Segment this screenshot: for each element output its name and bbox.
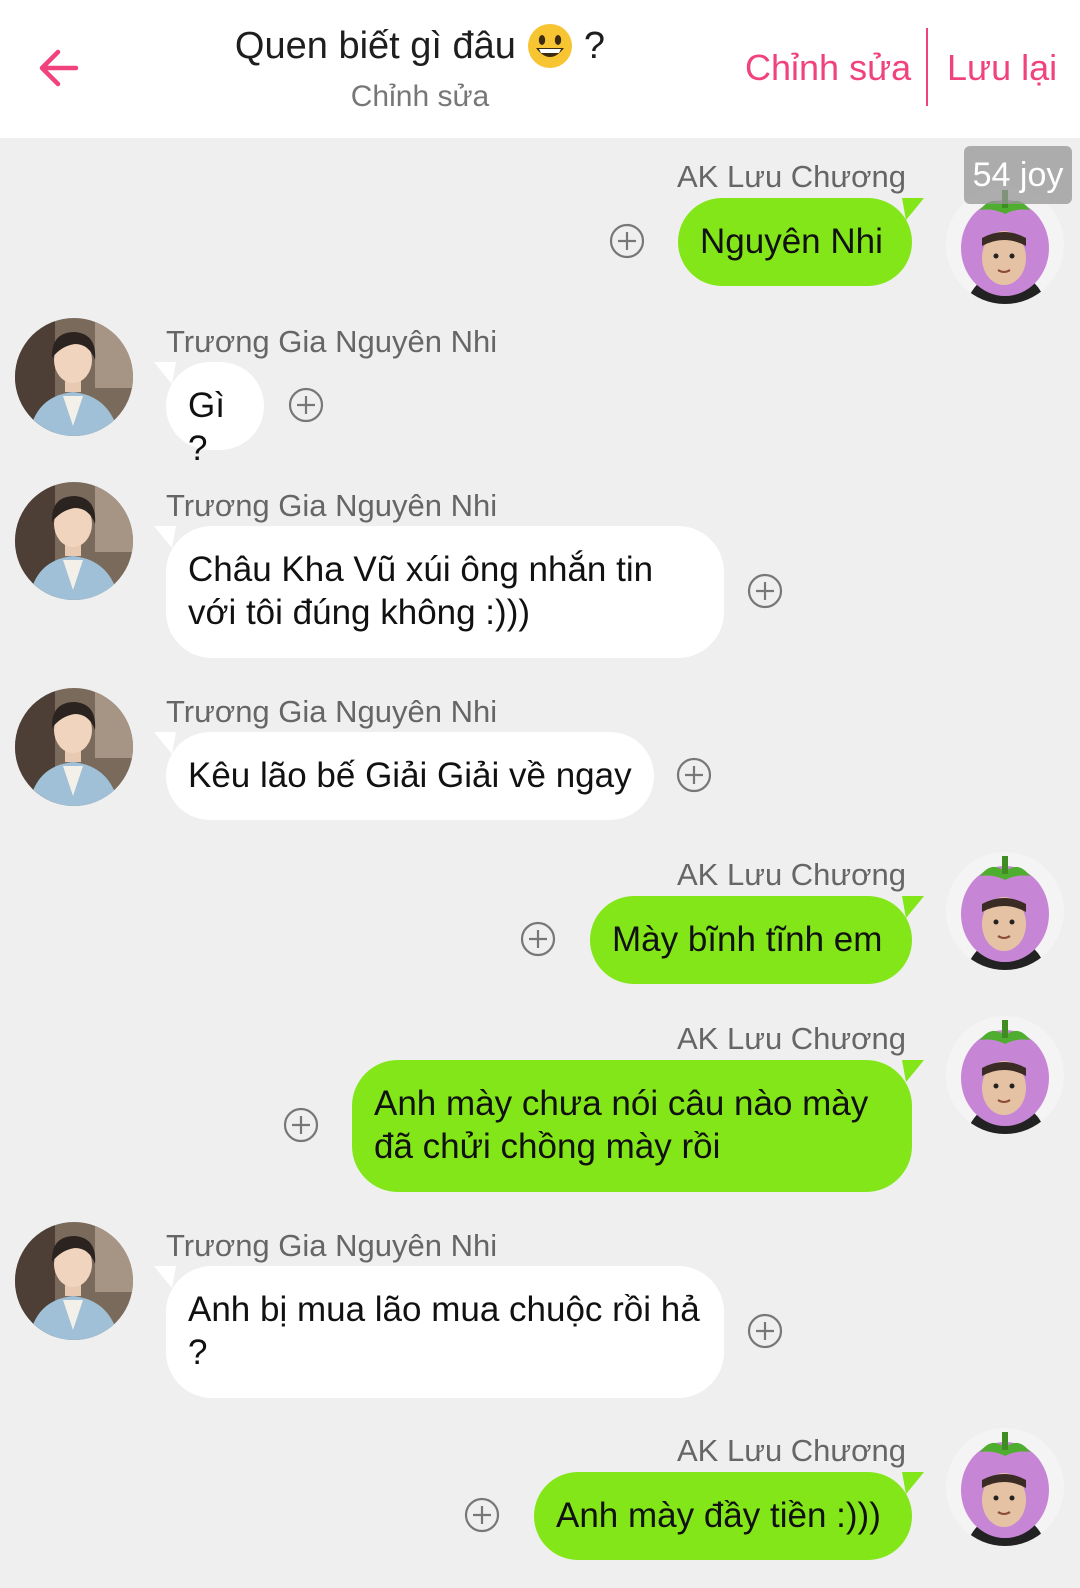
message-text: Anh bị mua lão mua chuộc rồi hả ? (188, 1290, 700, 1372)
add-reaction-icon[interactable] (463, 1496, 501, 1534)
message-text: Gì ? (188, 386, 225, 468)
header-divider (926, 28, 928, 106)
add-reaction-icon[interactable] (287, 386, 325, 424)
sender-name: Trương Gia Nguyên Nhi (166, 324, 498, 359)
avatar[interactable] (15, 688, 133, 806)
eggplant-hat-avatar-icon (946, 1428, 1064, 1546)
avatar[interactable] (946, 1428, 1064, 1546)
message-bubble[interactable]: Kêu lão bế Giải Giải về ngay (154, 732, 654, 820)
bubble-tail (154, 526, 176, 548)
message-text: Nguyên Nhi (700, 222, 883, 261)
eggplant-hat-avatar-icon (946, 852, 1064, 970)
avatar[interactable] (946, 852, 1064, 970)
boy-portrait-avatar-icon (15, 318, 133, 436)
message-bubble[interactable]: Nguyên Nhi (678, 198, 924, 286)
bubble-tail (902, 1060, 924, 1082)
bubble-tail (902, 198, 924, 220)
bubble-tail (902, 1472, 924, 1494)
eggplant-hat-avatar-icon (946, 1016, 1064, 1134)
sender-name: AK Lưu Chương (676, 1433, 906, 1468)
title-suffix: ? (583, 25, 606, 67)
add-reaction-icon[interactable] (608, 222, 646, 260)
message-text: Kêu lão bế Giải Giải về ngay (188, 756, 632, 795)
boy-portrait-avatar-icon (15, 1222, 133, 1340)
sender-name: AK Lưu Chương (676, 857, 906, 892)
message-text: Châu Kha Vũ xúi ông nhắn tin với tôi đún… (188, 550, 654, 632)
sender-name: AK Lưu Chương (676, 1021, 906, 1056)
avatar[interactable] (946, 1016, 1064, 1134)
message-bubble[interactable]: Châu Kha Vũ xúi ông nhắn tin với tôi đún… (154, 526, 724, 658)
save-button[interactable]: Lưu lại (947, 44, 1057, 92)
sender-name: Trương Gia Nguyên Nhi (166, 1228, 498, 1263)
page-subtitle: Chỉnh sửa (350, 80, 490, 113)
bubble-tail (154, 1266, 176, 1288)
message-text: Anh mày đầy tiền :))) (556, 1496, 881, 1535)
avatar[interactable] (15, 1222, 133, 1340)
add-reaction-icon[interactable] (282, 1106, 320, 1144)
avatar[interactable] (15, 318, 133, 436)
title-area: Quen biết gì đâu ? Chỉnh sửa (170, 18, 670, 114)
message-text: Mày bĩnh tĩnh em (612, 920, 883, 959)
sender-name: AK Lưu Chương (676, 159, 906, 194)
add-reaction-icon[interactable] (746, 572, 784, 610)
add-reaction-icon[interactable] (675, 756, 713, 794)
bubble-tail (154, 732, 176, 754)
message-bubble[interactable]: Anh mày chưa nói câu nào mày đã chửi chồ… (352, 1060, 924, 1192)
bubble-tail (154, 362, 176, 384)
title-text: Quen biết gì đâu (234, 25, 516, 67)
joy-counter-badge: 54 joy (964, 146, 1072, 204)
message-bubble[interactable]: Gì ? (154, 362, 264, 468)
message-bubble[interactable]: Mày bĩnh tĩnh em (590, 896, 924, 984)
boy-portrait-avatar-icon (15, 688, 133, 806)
sender-name: Trương Gia Nguyên Nhi (166, 488, 498, 523)
grinning-face-emoji-icon (527, 24, 572, 68)
chat-header: Quen biết gì đâu ? Chỉnh sửa Chỉnh sửa L… (0, 0, 1080, 138)
message-bubble[interactable]: Anh bị mua lão mua chuộc rồi hả ? (154, 1266, 724, 1398)
bubble-tail (902, 896, 924, 918)
arrow-left-icon[interactable] (30, 40, 86, 96)
edit-button[interactable]: Chỉnh sửa (745, 44, 911, 92)
add-reaction-icon[interactable] (519, 920, 557, 958)
message-bubble[interactable]: Anh mày đầy tiền :))) (534, 1472, 924, 1560)
message-text: Anh mày chưa nói câu nào mày đã chửi chồ… (374, 1084, 869, 1166)
boy-portrait-avatar-icon (15, 482, 133, 600)
sender-name: Trương Gia Nguyên Nhi (166, 694, 498, 729)
page-title: Quen biết gì đâu ? (235, 18, 605, 74)
add-reaction-icon[interactable] (746, 1312, 784, 1350)
avatar[interactable] (15, 482, 133, 600)
